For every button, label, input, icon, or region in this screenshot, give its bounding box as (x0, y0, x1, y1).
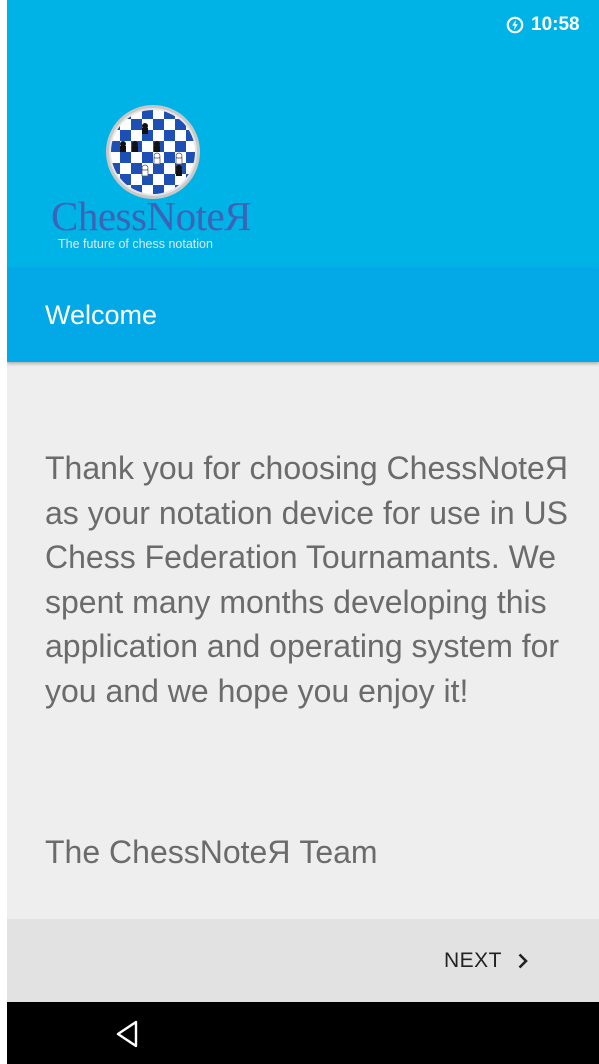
welcome-message: Thank you for choosing ChessNoteЯ as you… (45, 450, 568, 709)
page-title: Welcome (45, 300, 158, 330)
header-banner: 10:58 ChessNoteЯ The future of chess not… (7, 0, 599, 268)
footer-bar: NEXT (7, 919, 599, 1002)
title-bar: Welcome (7, 268, 599, 362)
app-screen: 10:58 ChessNoteЯ The future of chess not… (7, 0, 599, 1064)
logo-tagline: The future of chess notation (58, 237, 213, 251)
back-triangle-icon[interactable] (110, 1016, 146, 1052)
next-button-label: NEXT (444, 949, 503, 972)
chevron-right-icon (518, 953, 528, 969)
signature: The ChessNoteЯ Team (45, 834, 378, 870)
navigation-bar (7, 1002, 599, 1064)
status-bar: 10:58 (7, 0, 599, 48)
status-time: 10:58 (531, 14, 580, 35)
logo-name: ChessNoteЯ (51, 193, 252, 239)
app-logo: ChessNoteЯ The future of chess notation (51, 104, 281, 254)
next-button[interactable]: NEXT (444, 943, 530, 979)
chessboard-logo-icon (106, 105, 200, 199)
data-saver-icon (506, 16, 524, 34)
